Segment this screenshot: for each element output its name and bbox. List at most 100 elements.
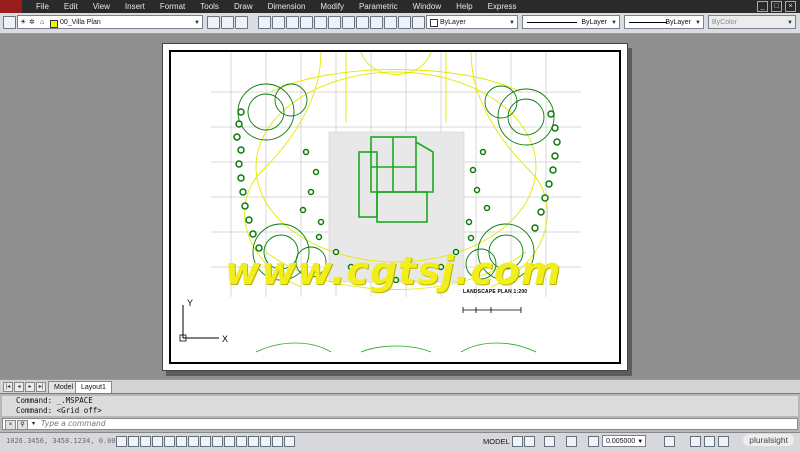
viewport-scale-value: 0.005000 — [606, 438, 636, 445]
menu-edit[interactable]: Edit — [64, 0, 78, 13]
menu-help[interactable]: Help — [456, 0, 472, 13]
viewport-scale-dropdown[interactable]: 0.005000 ▼ — [602, 435, 647, 447]
chevron-down-icon[interactable]: ▾ — [29, 420, 38, 428]
lock-ui-icon[interactable] — [704, 436, 715, 447]
menu-express[interactable]: Express — [488, 0, 517, 13]
quick-view-layouts-icon[interactable] — [512, 436, 523, 447]
menu-modify[interactable]: Modify — [320, 0, 344, 13]
window-controls: _ □ × — [757, 1, 796, 12]
chevron-down-icon: ▼ — [194, 20, 200, 26]
plotstyle-dropdown[interactable]: ByColor ▼ — [708, 15, 796, 29]
first-tab-arrow-icon[interactable]: |◂ — [3, 382, 13, 392]
color-dropdown[interactable]: ByLayer ▼ — [426, 15, 518, 29]
layer-lock-icon[interactable] — [328, 16, 341, 29]
pan-icon[interactable] — [544, 436, 555, 447]
menu-tools[interactable]: Tools — [200, 0, 219, 13]
chevron-down-icon: ▼ — [695, 20, 701, 26]
last-tab-arrow-icon[interactable]: ▸| — [36, 382, 46, 392]
layer-off-icon[interactable] — [300, 16, 313, 29]
annotation-monitor-icon[interactable] — [284, 436, 295, 447]
ucs-y-label: Y — [187, 298, 194, 308]
restore-button[interactable]: □ — [771, 1, 782, 12]
snap-mode-icon[interactable] — [128, 436, 139, 447]
layer-unisolate-icon[interactable] — [286, 16, 299, 29]
object-snap-icon[interactable] — [176, 436, 187, 447]
menu-bar: File Edit View Insert Format Tools Draw … — [0, 0, 800, 13]
viewport[interactable]: LANDSCAPE PLAN 1:200 Y X — [169, 50, 621, 364]
layer-freeze-icon[interactable] — [314, 16, 327, 29]
customize-icon[interactable]: ⚲ — [17, 420, 28, 430]
layer-match-icon[interactable] — [258, 16, 271, 29]
ucs-x-label: X — [222, 334, 229, 344]
layer-previous-icon[interactable] — [221, 16, 234, 29]
menu-dimension[interactable]: Dimension — [268, 0, 306, 13]
polar-tracking-icon[interactable] — [164, 436, 175, 447]
linetype-value: ByLayer — [581, 19, 607, 26]
drawing-canvas[interactable]: LANDSCAPE PLAN 1:200 Y X www.cgtsj.com — [0, 34, 800, 378]
menu-view[interactable]: View — [93, 0, 110, 13]
grid-display-icon[interactable] — [140, 436, 151, 447]
close-button[interactable]: × — [785, 1, 796, 12]
command-input[interactable] — [41, 419, 741, 429]
make-current-icon[interactable] — [207, 16, 220, 29]
workspace-switching-icon[interactable] — [690, 436, 701, 447]
dynamic-input-icon[interactable] — [224, 436, 235, 447]
prev-tab-arrow-icon[interactable]: ◂ — [14, 382, 24, 392]
layer-dropdown[interactable]: ☀ ✲ ⌂ 00_Villa Plan ▼ — [17, 15, 203, 29]
menu-parametric[interactable]: Parametric — [359, 0, 398, 13]
layer-walk-icon[interactable] — [370, 16, 383, 29]
menu-window[interactable]: Window — [413, 0, 441, 13]
properties-toolbar: ☀ ✲ ⌂ 00_Villa Plan ▼ ByLayer ▼ ByLayer … — [0, 13, 800, 34]
pluralsight-logo: pluralsight — [743, 434, 794, 446]
quick-properties-icon[interactable] — [260, 436, 271, 447]
layer-states-icon[interactable] — [235, 16, 248, 29]
lineweight-value: ByLayer — [665, 19, 691, 26]
layer-properties-icon[interactable] — [3, 16, 16, 29]
landscape-plan-drawing — [211, 52, 581, 353]
menu-file[interactable]: File — [36, 0, 49, 13]
model-space-toggle[interactable]: MODEL — [483, 436, 510, 447]
watermark-text: www.cgtsj.com — [225, 249, 562, 293]
lock-icon: ⌂ — [40, 19, 45, 26]
sun-icon: ✲ — [29, 19, 35, 26]
command-history: Command: _.MSPACE Command: <Grid off> — [2, 396, 798, 416]
layer-isolate-icon[interactable] — [272, 16, 285, 29]
close-command-icon[interactable]: × — [5, 420, 16, 430]
menu-items: File Edit View Insert Format Tools Draw … — [36, 0, 516, 13]
next-tab-arrow-icon[interactable]: ▸ — [25, 382, 35, 392]
copy-objects-icon[interactable] — [356, 16, 369, 29]
tab-layout1[interactable]: Layout1 — [75, 381, 112, 393]
linetype-dropdown[interactable]: ByLayer ▼ — [522, 15, 620, 29]
linetype-preview — [527, 22, 577, 23]
lineweight-icon[interactable] — [236, 436, 247, 447]
layer-name: 00_Villa Plan — [60, 19, 101, 26]
clean-screen-icon[interactable] — [718, 436, 729, 447]
transparency-icon[interactable] — [248, 436, 259, 447]
viewport-scale-icon[interactable] — [588, 436, 599, 447]
dynamic-ucs-icon[interactable] — [212, 436, 223, 447]
quick-view-drawings-icon[interactable] — [524, 436, 535, 447]
layer-unlock-icon[interactable] — [342, 16, 355, 29]
annotation-visibility-icon[interactable] — [664, 436, 675, 447]
command-window: Command: _.MSPACE Command: <Grid off> × … — [0, 393, 800, 433]
coordinate-readout: 1026.3456, 3458.1234, 0.0000 — [6, 437, 125, 445]
infer-constraints-icon[interactable] — [116, 436, 127, 447]
command-line: × ⚲ ▾ — [2, 418, 798, 430]
application-menu-button[interactable] — [0, 0, 22, 13]
menu-format[interactable]: Format — [160, 0, 185, 13]
plotstyle-value: ByColor — [712, 19, 737, 26]
layer-merge-icon[interactable] — [384, 16, 397, 29]
chevron-down-icon: ▼ — [637, 439, 644, 445]
lineweight-dropdown[interactable]: ByLayer ▼ — [624, 15, 704, 29]
menu-insert[interactable]: Insert — [125, 0, 145, 13]
3d-object-snap-icon[interactable] — [188, 436, 199, 447]
color-control-icon[interactable] — [412, 16, 425, 29]
status-bar: 1026.3456, 3458.1234, 0.0000 MODEL 0.005… — [0, 432, 800, 451]
maximize-viewport-icon[interactable] — [566, 436, 577, 447]
minimize-button[interactable]: _ — [757, 1, 768, 12]
menu-draw[interactable]: Draw — [234, 0, 253, 13]
ortho-mode-icon[interactable] — [152, 436, 163, 447]
selection-cycling-icon[interactable] — [272, 436, 283, 447]
object-snap-tracking-icon[interactable] — [200, 436, 211, 447]
layer-delete-icon[interactable] — [398, 16, 411, 29]
